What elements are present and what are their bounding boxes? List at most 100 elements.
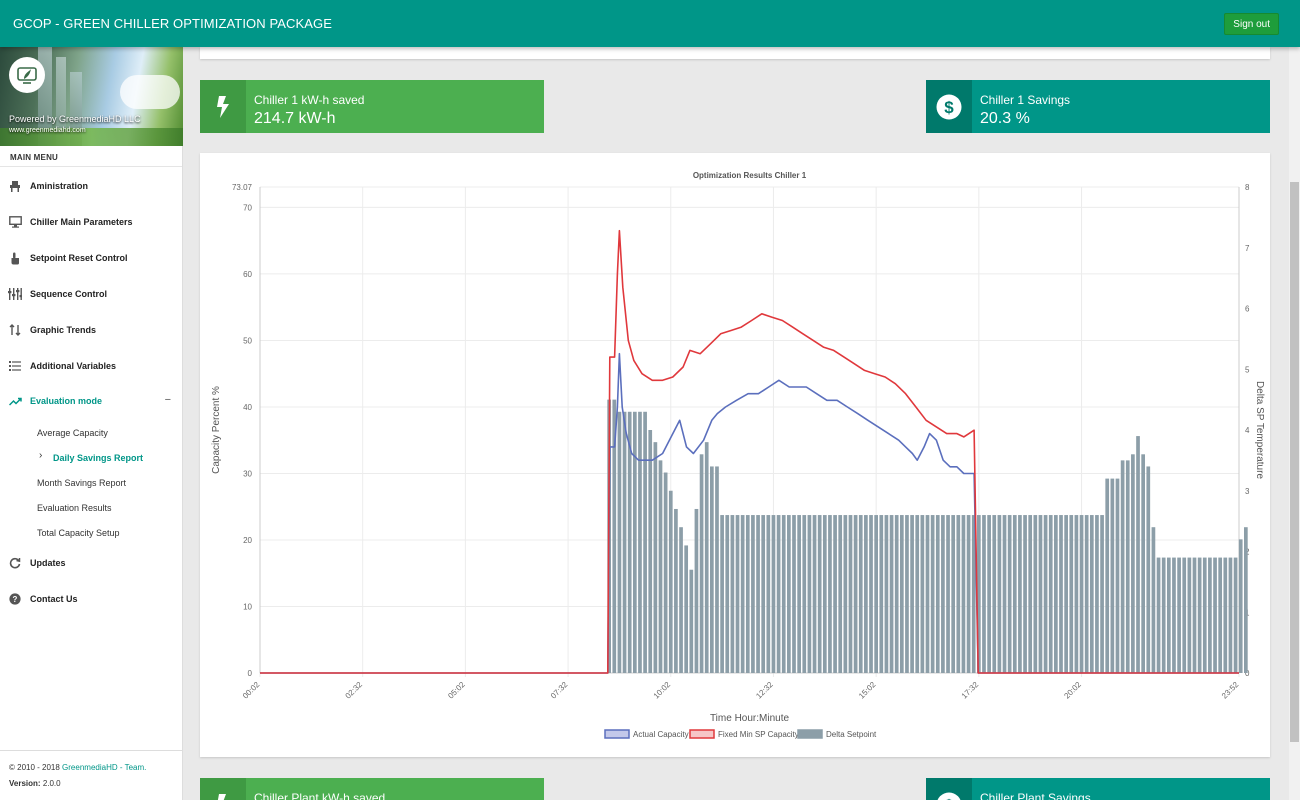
delta-setpoint-bar: [1131, 454, 1135, 673]
submenu-item-daily-savings-report[interactable]: Daily Savings Report: [53, 453, 143, 463]
delta-setpoint-bar: [822, 515, 827, 673]
optimization-chart: 01020304050607073.0701234567800:0202:320…: [211, 171, 1265, 739]
plant-savings-box: $ Chiller Plant Savings: [926, 778, 1270, 800]
delta-setpoint-bar: [889, 515, 894, 673]
delta-setpoint-bar: [684, 545, 689, 673]
sidebar-item-label: Setpoint Reset Control: [30, 253, 128, 263]
sidebar-item-label: Graphic Trends: [30, 325, 97, 335]
y-right-tick-label: 5: [1245, 365, 1250, 374]
collapse-icon[interactable]: −: [165, 394, 171, 406]
delta-setpoint-bar: [709, 466, 714, 673]
delta-setpoint-bar: [725, 515, 730, 673]
y-left-tick-label: 50: [243, 336, 252, 345]
previous-card-edge: [200, 47, 1270, 59]
sidebar-item-evaluation-mode[interactable]: Evaluation mode −: [0, 391, 182, 411]
x-tick-label: 17:32: [960, 680, 981, 701]
delta-setpoint-bar: [920, 515, 925, 673]
sidebar-item-chiller-main-parameters[interactable]: Chiller Main Parameters: [0, 212, 182, 232]
sidebar-item-setpoint-reset-control[interactable]: Setpoint Reset Control: [0, 248, 182, 268]
submenu-item-evaluation-results[interactable]: Evaluation Results: [37, 503, 112, 513]
delta-setpoint-bar: [843, 515, 848, 673]
x-tick-label: 07:32: [549, 680, 570, 701]
scrollbar-thumb[interactable]: [1290, 182, 1299, 742]
sidebar-item-sequence-control[interactable]: Sequence Control: [0, 284, 182, 304]
delta-setpoint-bar: [751, 515, 755, 673]
main-menu-header: MAIN MENU: [10, 153, 59, 162]
svg-text:$: $: [944, 98, 954, 117]
delta-setpoint-bar: [1084, 515, 1089, 673]
version-text: Version: 2.0.0: [9, 779, 61, 788]
y-right-tick-label: 8: [1245, 183, 1250, 192]
dollar-icon: $: [926, 778, 972, 800]
delta-setpoint-bar: [761, 515, 766, 673]
submenu-item-month-savings-report[interactable]: Month Savings Report: [37, 478, 126, 488]
delta-setpoint-bar: [792, 515, 796, 673]
delta-setpoint-bar: [864, 515, 868, 673]
trending-up-icon: [8, 394, 22, 408]
trends-icon: [8, 323, 22, 337]
x-axis-title: Time Hour:Minute: [710, 713, 790, 724]
delta-setpoint-bar: [643, 411, 647, 673]
delta-setpoint-bar: [1110, 478, 1115, 673]
divider: [0, 166, 182, 167]
submenu-item-average-capacity[interactable]: Average Capacity: [37, 428, 108, 438]
delta-setpoint-bar: [776, 515, 781, 673]
sign-out-button[interactable]: Sign out: [1224, 13, 1279, 35]
delta-setpoint-bar: [735, 515, 740, 673]
company-link[interactable]: GreenmediaHD - Team.: [62, 763, 146, 772]
chair-icon: [8, 179, 22, 193]
delta-setpoint-bar: [1243, 527, 1248, 673]
delta-setpoint-bar: [858, 515, 863, 673]
delta-setpoint-bar: [766, 515, 771, 673]
y-left-tick-label: 60: [243, 270, 252, 279]
sidebar-item-label: Contact Us: [30, 594, 78, 604]
svg-text:?: ?: [13, 595, 18, 604]
brand-url: www.greenmediahd.com: [9, 127, 86, 134]
delta-setpoint-bar: [1100, 515, 1104, 673]
y-left-axis-title: Capacity Percent %: [211, 386, 222, 474]
delta-setpoint-bar: [653, 442, 658, 673]
delta-setpoint-bar: [853, 515, 858, 673]
svg-text:$: $: [944, 796, 954, 800]
delta-setpoint-bar: [1074, 515, 1079, 673]
delta-setpoint-bar: [1202, 557, 1207, 673]
delta-setpoint-bar: [1043, 515, 1048, 673]
delta-setpoint-bar: [1208, 557, 1212, 673]
submenu-item-total-capacity-setup[interactable]: Total Capacity Setup: [37, 528, 120, 538]
delta-setpoint-bar: [689, 569, 694, 673]
sidebar-item-label: Updates: [30, 558, 66, 568]
brand-logo-icon[interactable]: [9, 57, 45, 93]
delta-setpoint-bar: [833, 515, 837, 673]
delta-setpoint-bar: [1197, 557, 1202, 673]
x-tick-label: 23:52: [1220, 680, 1241, 701]
top-navbar: GCOP - GREEN CHILLER OPTIMIZATION PACKAG…: [0, 0, 1300, 47]
sidebar-item-updates[interactable]: Updates: [0, 553, 182, 573]
delta-setpoint-bar: [899, 515, 904, 673]
x-tick-label: 12:32: [754, 680, 775, 701]
powered-by-text: Powered by GreenmediaHD LLC: [9, 114, 141, 124]
delta-setpoint-bar: [884, 515, 889, 673]
delta-setpoint-bar: [1018, 515, 1022, 673]
y-left-tick-label: 0: [248, 669, 253, 678]
delta-setpoint-bar: [1223, 557, 1228, 673]
question-icon: ?: [8, 592, 22, 606]
bolt-icon: [200, 778, 246, 800]
delta-setpoint-bar: [699, 454, 704, 673]
x-tick-label: 15:02: [857, 680, 878, 701]
delta-setpoint-bar: [838, 515, 843, 673]
delta-setpoint-bar: [869, 515, 873, 673]
sidebar-item-contact-us[interactable]: ? Contact Us: [0, 589, 182, 609]
sidebar-item-administration[interactable]: Aministration: [0, 176, 182, 196]
delta-setpoint-bar: [1166, 557, 1171, 673]
legend-label: Delta Setpoint: [826, 730, 877, 739]
sidebar-item-additional-variables[interactable]: Additional Variables: [0, 356, 182, 376]
legend-label: Actual Capacity: [633, 730, 689, 739]
y-left-tick-label: 10: [243, 602, 252, 611]
sidebar-item-graphic-trends[interactable]: Graphic Trends: [0, 320, 182, 340]
infobox-label: Chiller 1 kW-h saved: [254, 93, 365, 107]
page-scrollbar[interactable]: [1289, 47, 1300, 800]
delta-setpoint-bar: [1095, 515, 1099, 673]
delta-setpoint-bar: [797, 515, 801, 673]
delta-setpoint-bar: [848, 515, 853, 673]
list-icon: [8, 359, 22, 373]
